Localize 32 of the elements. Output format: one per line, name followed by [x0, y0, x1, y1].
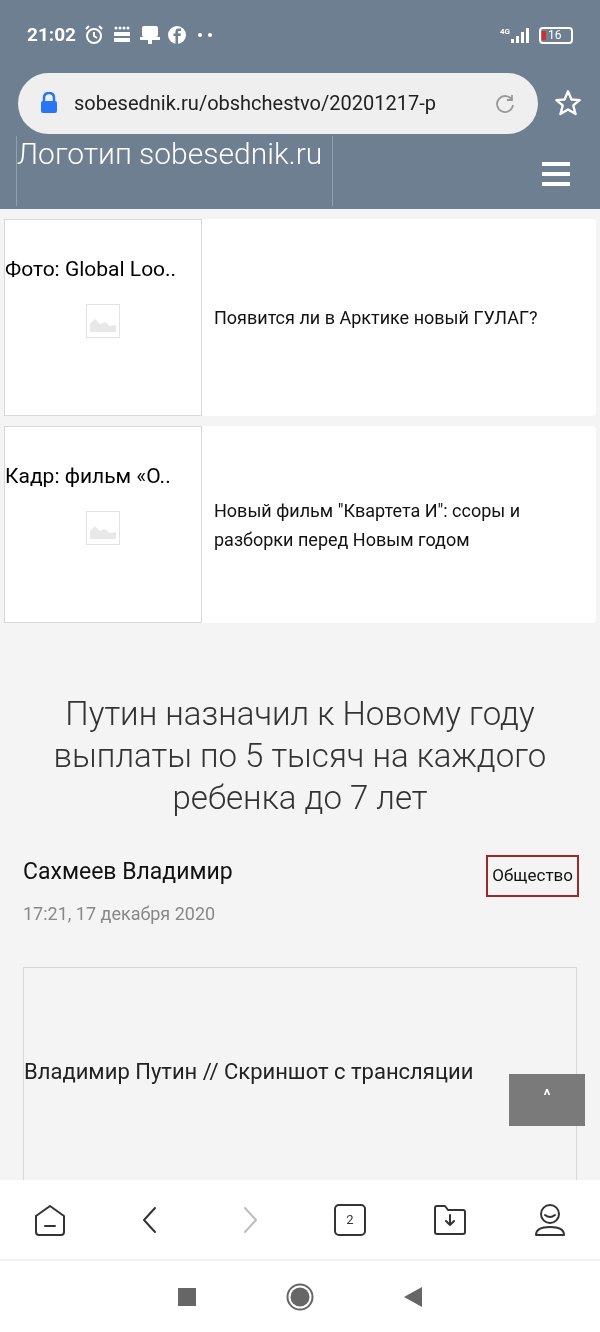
network-type: 4G — [499, 26, 510, 38]
lock-icon — [40, 92, 58, 114]
image-caption: Владимир Путин // Скриншот с трансляции — [24, 1058, 475, 1086]
image-alt-text: Кадр: фильм «О.. — [5, 463, 171, 490]
address-bar[interactable]: sobesednik.ru/obshchestvo/20201217-p — [18, 72, 538, 134]
app-notification-icon — [111, 25, 132, 45]
facebook-icon — [167, 26, 186, 44]
image-placeholder-icon — [86, 510, 120, 545]
article-title: Путин назначил к Новому году выплаты по 5 тысяч на каждого ребенка до 7 лет — [52, 693, 548, 819]
clock: 21:02 — [27, 21, 76, 48]
logo-placeholder[interactable]: Логотип sobesednik.ru — [16, 136, 333, 206]
alarm-icon — [83, 25, 104, 45]
signal-icon — [511, 27, 531, 43]
url-text: sobesednik.ru/obshchestvo/20201217-p — [74, 90, 437, 117]
battery-indicator: 16 — [539, 26, 573, 44]
home-circle-icon[interactable] — [286, 1282, 314, 1311]
notification-icon — [139, 25, 160, 45]
related-article-card[interactable]: Фото: Global Loo.. Появится ли в Арктике новый ГУЛАГ? — [4, 219, 596, 416]
bookmark-star-icon[interactable] — [554, 89, 582, 117]
more-notifications-icon — [197, 33, 212, 37]
category-link[interactable]: Общество — [486, 855, 579, 897]
scroll-to-top-button[interactable]: ^ — [509, 1074, 585, 1126]
back-triangle-icon[interactable] — [404, 1286, 422, 1307]
image-alt-text: Фото: Global Loo.. — [5, 256, 177, 283]
menu-icon[interactable] — [542, 162, 570, 186]
author-name[interactable]: Сахмеев Владимир — [23, 855, 233, 890]
publish-date: 17:21, 17 декабря 2020 — [23, 901, 217, 926]
related-article-title: Новый фильм "Квартета И": ссоры и разборки перед Новым годом — [213, 498, 522, 552]
image-placeholder-icon — [86, 303, 120, 338]
related-article-title: Появится ли в Арктике новый ГУЛАГ? — [213, 306, 539, 330]
recent-apps-icon[interactable] — [178, 1287, 196, 1306]
related-article-card[interactable]: Кадр: фильм «О.. Новый фильм "Квартета И": ссоры и разборки перед Новым годом — [4, 426, 596, 623]
